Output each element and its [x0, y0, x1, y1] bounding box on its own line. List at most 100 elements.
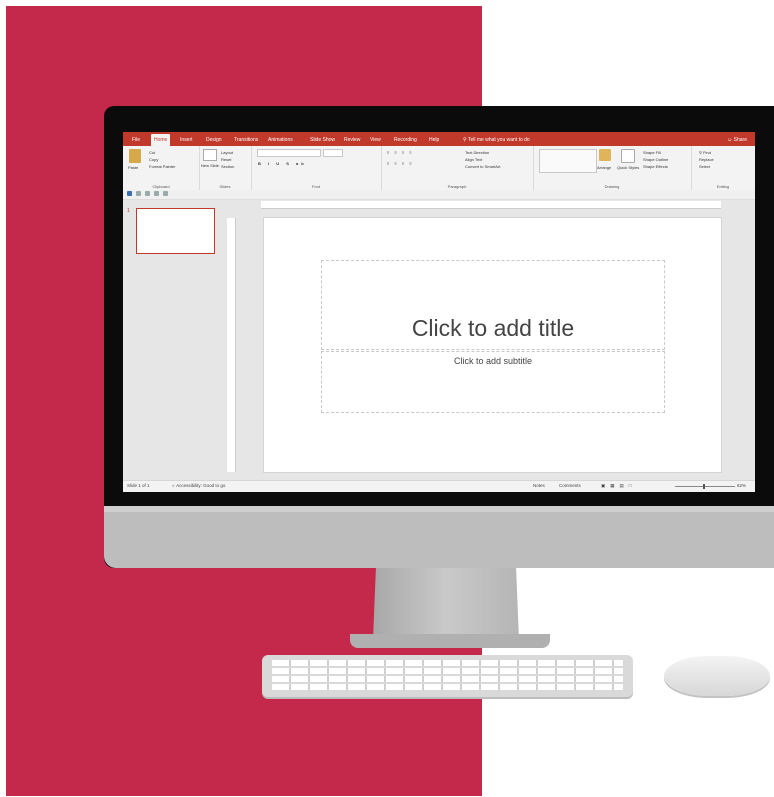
lightbulb-icon: ⚲	[463, 137, 467, 143]
text-direction-button[interactable]: Text Direction	[465, 150, 489, 155]
tab-slide-show[interactable]: Slide Show	[307, 134, 338, 146]
find-button[interactable]: ⚲ Find	[699, 150, 711, 155]
paste-label[interactable]: Paste	[128, 165, 138, 170]
paragraph-label: Paragraph	[447, 184, 467, 189]
keyboard-row	[272, 668, 623, 674]
zoom-slider[interactable]	[675, 486, 735, 487]
share-label: Share	[733, 137, 747, 143]
accessibility-text: Accessibility: Good to go	[176, 483, 226, 488]
notes-button[interactable]: Notes	[533, 483, 545, 488]
format-painter-button[interactable]: Format Painter	[149, 164, 175, 169]
monitor-stand-base	[350, 634, 550, 648]
reset-button[interactable]: Reset	[221, 157, 231, 162]
zoom-slider-knob[interactable]	[703, 484, 705, 489]
mouse	[664, 656, 770, 696]
paragraph-group: ≡ ≡ ≡ ≡ ≡ ≡ ≡ ≡ Text Direction Align Tex…	[381, 146, 534, 190]
editing-label: Editing	[716, 184, 730, 189]
font-label: Font	[311, 184, 320, 189]
align-buttons[interactable]: ≡ ≡ ≡ ≡	[387, 161, 414, 166]
tab-recording[interactable]: Recording	[391, 134, 420, 146]
powerpoint-window: File Home Insert Design Transitions Animation…	[123, 132, 755, 492]
shape-outline-button[interactable]: Shape Outline	[643, 157, 668, 162]
tab-file[interactable]: File	[129, 134, 143, 146]
drawing-label: Drawing	[604, 184, 620, 189]
quick-access-toolbar	[123, 190, 755, 200]
select-button[interactable]: Select	[699, 164, 710, 169]
view-buttons[interactable]: ▣▦▤□	[601, 483, 636, 489]
slide-canvas[interactable]: Click to add title Click to add subtitle	[264, 218, 721, 472]
save-icon[interactable]	[127, 191, 132, 196]
drawing-group: Arrange Quick Styles Shape Fill Shape Ou…	[533, 146, 692, 190]
tab-review[interactable]: Review	[341, 134, 363, 146]
clipboard-label: Clipboard	[152, 184, 170, 189]
shapes-gallery[interactable]	[539, 149, 597, 173]
slide-number: 1	[127, 208, 130, 214]
new-slide-icon[interactable]	[203, 149, 217, 161]
slide-thumbnail[interactable]	[136, 208, 215, 254]
title-placeholder-text: Click to add title	[411, 315, 575, 341]
quick-styles-icon[interactable]	[621, 149, 635, 163]
paste-icon[interactable]	[129, 149, 141, 163]
shape-fill-button[interactable]: Shape Fill	[643, 150, 661, 155]
undo-icon[interactable]	[136, 191, 141, 196]
tab-help[interactable]: Help	[426, 134, 442, 146]
accessibility-status[interactable]: ☼ Accessibility: Good to go	[171, 483, 225, 488]
tell-me-text: Tell me what you want to do	[467, 137, 530, 143]
customize-toolbar-icon[interactable]	[163, 191, 168, 196]
list-buttons[interactable]: ≡ ≡ ≡ ≡	[387, 150, 414, 155]
font-format-buttons[interactable]: B I U S ab	[258, 161, 307, 166]
comments-button[interactable]: Comments	[559, 483, 581, 488]
status-bar: Slide 1 of 1 ☼ Accessibility: Good to go…	[123, 480, 755, 492]
arrange-label[interactable]: Arrange	[597, 165, 611, 170]
slide-thumbnail-pane: 1	[123, 200, 223, 480]
convert-smartart-button[interactable]: Convert to SmartArt	[465, 164, 500, 169]
find-label: Find	[703, 150, 711, 155]
monitor-chin-highlight	[104, 506, 774, 512]
font-name-select[interactable]	[257, 149, 321, 157]
font-size-select[interactable]	[323, 149, 343, 157]
accessibility-icon: ☼	[171, 483, 176, 488]
subtitle-placeholder[interactable]: Click to add subtitle	[321, 351, 665, 413]
slides-label: Slides	[219, 184, 231, 189]
clipboard-group: Paste Cut Copy Format Painter Clipboard	[123, 146, 200, 190]
horizontal-ruler	[261, 201, 721, 209]
redo-icon[interactable]	[145, 191, 150, 196]
monitor-stand-neck	[373, 568, 519, 640]
section-button[interactable]: Section	[221, 164, 234, 169]
keyboard-row	[272, 684, 623, 690]
slide-count: Slide 1 of 1	[127, 483, 150, 488]
monitor-chin	[104, 506, 774, 568]
quick-styles-label[interactable]: Quick Styles	[617, 165, 639, 170]
keyboard	[262, 655, 633, 697]
arrange-icon[interactable]	[599, 149, 611, 161]
vertical-ruler	[227, 218, 236, 472]
search-icon: ⚲	[699, 150, 702, 155]
ribbon: Paste Cut Copy Format Painter Clipboard …	[123, 146, 755, 191]
ribbon-tabs-bar: File Home Insert Design Transitions Animation…	[123, 132, 755, 146]
tab-insert[interactable]: Insert	[177, 134, 196, 146]
slides-group: New Slide Layout Reset Section Slides	[199, 146, 252, 190]
align-text-button[interactable]: Align Text	[465, 157, 482, 162]
layout-button[interactable]: Layout	[221, 150, 233, 155]
cut-button[interactable]: Cut	[149, 150, 155, 155]
keyboard-row	[272, 676, 623, 682]
tab-design[interactable]: Design	[203, 134, 225, 146]
new-slide-label[interactable]: New Slide	[201, 163, 219, 168]
tab-transitions[interactable]: Transitions	[231, 134, 261, 146]
share-button[interactable]: ☺ Share	[727, 134, 747, 146]
shape-effects-button[interactable]: Shape Effects	[643, 164, 668, 169]
tab-home[interactable]: Home	[151, 134, 171, 146]
replace-button[interactable]: Replace	[699, 157, 714, 162]
title-placeholder[interactable]: Click to add title	[321, 260, 665, 350]
keyboard-row	[272, 660, 623, 666]
start-slideshow-icon[interactable]	[154, 191, 159, 196]
person-icon: ☺	[727, 137, 733, 143]
subtitle-placeholder-text: Click to add subtitle	[453, 356, 533, 366]
editing-group: ⚲ Find Replace Select Editing	[691, 146, 755, 190]
zoom-level[interactable]: 62%	[737, 483, 746, 488]
tell-me-search[interactable]: ⚲ Tell me what you want to do	[463, 134, 530, 146]
font-group: B I U S ab Font	[251, 146, 382, 190]
tab-animations[interactable]: Animations	[265, 134, 296, 146]
tab-view[interactable]: View	[367, 134, 384, 146]
copy-button[interactable]: Copy	[149, 157, 158, 162]
